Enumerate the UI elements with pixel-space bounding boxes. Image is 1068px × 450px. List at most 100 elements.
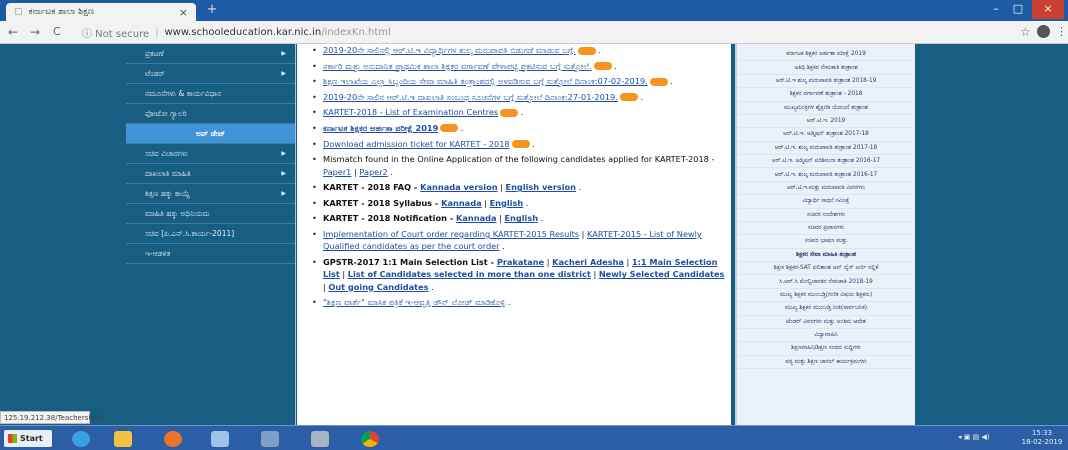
taskbar: Start ◂ ▣ ▤ ◀) 15:33 18-02-2019: [0, 425, 1068, 450]
sidebar-item[interactable]: ನಮೂನೆಗಳು & ಕಾರ್ಯವಿಧಾನ: [126, 84, 295, 104]
forward-icon[interactable]: →: [30, 25, 40, 39]
sidebar-item[interactable]: ಟೆಂಡರ್ ▶: [126, 64, 295, 84]
news-link[interactable]: Download admission ticket for KARTET - 2…: [323, 139, 510, 149]
news-link[interactable]: English: [490, 198, 524, 208]
quick-link[interactable]: ಆರ್.ಟಿ.ಇ. ಶುಲ್ಕ ಮರುಪಾವತಿ ತಂತ್ರಾಂಶ 2016-1…: [737, 168, 915, 182]
new-badge-icon: [649, 77, 668, 86]
quick-link[interactable]: ಆರ್.ಟಿ.ಇ. ಅಡ್ಮಿಷನ್ ತಂತ್ರಾಂಶ 2017-18: [737, 128, 915, 142]
sidebar-item[interactable]: ಮಾಹಿತಿ ಹಕ್ಕು ಅಧಿನಿಯಮ: [126, 204, 295, 224]
news-text[interactable]: 2019-20ನೇ ಸಾಲಿನಲ್ಲಿ ಆರ್.ಟಿ.ಇ ವಿದ್ಯಾರ್ಥಿಗ…: [323, 45, 576, 55]
news-link[interactable]: Newly Selected Candidates: [599, 269, 725, 279]
quick-link[interactable]: ಶಿಕ್ಷಣವಾಹಿನಿ/ಶಿಕ್ಷಣ ಸಂಪದ ಸುದ್ದಿಗಳು: [737, 342, 915, 356]
quick-link[interactable]: ಟೆಂಡರ್ ವಿವರಗಳು ಮತ್ತು ಅಂತಿಮ ಆದೇಶ: [737, 316, 915, 329]
sidebar-item[interactable]: ಅಪ್ ಡೇಟ್: [126, 124, 295, 144]
network-icon[interactable]: [205, 428, 235, 449]
sidebar-item-label: ಇ-ಆಡಳಿತ: [145, 248, 171, 258]
sidebar-item[interactable]: ಸಚಿವ [ಪಿ.ಎನ್.ಸಿ.ಕಾರ್ಯ-2011]: [126, 224, 295, 244]
window-minimize-button[interactable]: –: [986, 0, 1006, 19]
news-text[interactable]: ಶಿಕ್ಷಣ ಇಲಾಖೆಯ ಎಲ್ಲಾ ಸಿಬ್ಬಂದಿಯ ಸೇವಾ ಮಾಹಿತ…: [323, 76, 648, 86]
news-link[interactable]: Kannada: [441, 198, 481, 208]
tool-icon[interactable]: [305, 428, 335, 449]
account-icon[interactable]: [1037, 25, 1050, 38]
quick-link[interactable]: ವಿದ್ಯಾವಾಹಿನಿ: [737, 329, 915, 343]
bookmark-star-icon[interactable]: ☆: [1020, 25, 1031, 39]
sidebar-item-label: ಪ್ರಕಟಣೆ: [145, 48, 164, 58]
news-link[interactable]: Kacheri Adesha: [552, 257, 624, 267]
browser-menu-icon[interactable]: ⋮: [1056, 25, 1067, 38]
quick-link[interactable]: ಮುಖ್ಯ ಶಿಕ್ಷಕರ ಮುಂಬಡ್ತಿ(ಗಣಿತ ವಿಷಯ ಶಿಕ್ಷಕರ…: [737, 289, 915, 303]
quick-link[interactable]: ಆರ್.ಟಿ.ಇ. ಶುಲ್ಕ ಮರುಪಾವತಿ ತಂತ್ರಾಂಶ 2017-1…: [737, 142, 915, 155]
link-separator: |: [544, 256, 553, 267]
quick-link[interactable]: ಶಿಕ್ಷಕರ ಸೇವಾ ಮಾಹಿತಿ ತಂತ್ರಾಂಶ: [737, 249, 915, 262]
back-icon[interactable]: ←: [8, 25, 18, 39]
window-icon[interactable]: [255, 428, 285, 449]
quick-link[interactable]: ಪಠ್ಯ ಮತ್ತು ಶಿಕ್ಷಣ ಚಾನಲ್ ಕಾರ್ಯಕ್ರಮಗಳು: [737, 356, 915, 369]
sidebar-item[interactable]: ದಾಖಲಾತಿ ಮಾಹಿತಿ ▶: [126, 164, 295, 184]
left-sidebar-menu: ಪ್ರಕಟಣೆ ▶ ಟೆಂಡರ್ ▶ ನಮೂನೆಗಳು & ಕಾರ್ಯವಿಧಾನ ಫೋಟೋ…: [126, 44, 296, 425]
start-button[interactable]: Start: [4, 430, 52, 447]
news-text[interactable]: 2019-20ನೇ ಸಾಲಿನ ಆರ್.ಟಿ.ಇ ದಾಖಲಾತಿ ಸಂಬಂಧ ಸ…: [323, 92, 618, 102]
news-text[interactable]: ಸರ್ಕಾರಿ ಮತ್ತು ಅನುದಾನಿತ ಪ್ರಾಥಮಿಕ ಶಾಲಾ ಶಿಕ…: [323, 61, 592, 71]
period: .: [667, 76, 673, 87]
news-link[interactable]: "ಶಿಕ್ಷಣ ವಾರ್ತೆ" ಮಾಸಿಕ ಪತ್ರಿಕೆ ಇ-ಆವೃತ್ತಿ …: [323, 297, 505, 307]
quick-link[interactable]: ಸಚಿವರ ಸಂದೇಶಗಳು: [737, 209, 915, 222]
quick-link[interactable]: ಶಿಕ್ಷಕರ ವರ್ಗಾವಣೆ ತಂತ್ರಾಂಶ - 2018: [737, 88, 915, 102]
url-host: www.schooleducation.kar.nic.in: [164, 27, 322, 38]
quick-link[interactable]: ಸಚಿವರ ಪ್ರವಾಸಗಳು: [737, 222, 915, 236]
quick-link[interactable]: ವಿದ್ಯಾರ್ಥಿ ಸಾಧನೆ ಸಮೀಕ್ಷೆ: [737, 195, 915, 209]
new-badge-icon: [593, 62, 612, 71]
news-link[interactable]: Kannada version: [420, 182, 497, 192]
new-tab-button[interactable]: +: [203, 3, 221, 18]
submenu-arrow-icon: ▶: [281, 150, 286, 157]
firefox-icon[interactable]: [158, 428, 188, 449]
url-path: /indexKn.html: [321, 27, 391, 38]
chrome-icon[interactable]: [355, 428, 385, 449]
quick-link[interactable]: ಆರ್.ಟಿ.ಇ. 2019: [737, 115, 915, 129]
sidebar-item[interactable]: ಶಿಕ್ಷಣ ಹಕ್ಕು ಕಾಯ್ದೆ ▶: [126, 184, 295, 204]
sidebar-item[interactable]: ಪ್ರಕಟಣೆ ▶: [126, 44, 295, 64]
news-link[interactable]: Kannada: [456, 213, 496, 223]
news-link[interactable]: List of Candidates selected in more than…: [348, 269, 591, 279]
news-link[interactable]: English version: [506, 182, 577, 192]
window-maximize-button[interactable]: □: [1008, 0, 1028, 19]
quick-link[interactable]: ಶಿಕ್ಷಣ ಶಿಕ್ಷಕರ-SAT ಫಲಿತಾಂಶ ಆನ್ ಲೈನ್ ಅರ್ಜ…: [737, 262, 915, 276]
folder-icon[interactable]: [108, 428, 138, 449]
url-field[interactable]: ⓘ Not secure | www.schooleducation.kar.n…: [82, 24, 1002, 41]
sidebar-item[interactable]: ಸಚಿವ ವಿಚಾರಗಳು ▶: [126, 144, 295, 164]
news-link[interactable]: Out going Candidates: [328, 282, 428, 292]
quick-link[interactable]: ಮುಖ್ಯಮಂತ್ರಿಗಳ ಶೈಕ್ಷಣಿಕ ಯೋಜನೆ ತಂತ್ರಾಂಶ: [737, 102, 915, 115]
sidebar-item-label: ಟೆಂಡರ್: [145, 68, 165, 78]
link-separator: |: [497, 182, 506, 193]
sidebar-item[interactable]: ಇ-ಆಡಳಿತ: [126, 244, 295, 264]
quick-link[interactable]: ಅತಿಥಿ ಶಿಕ್ಷಕರ ನೇಮಕಾತಿ ತಂತ್ರಾಂಶ: [737, 61, 915, 75]
window-close-button[interactable]: ×: [1032, 0, 1064, 19]
system-tray[interactable]: ◂ ▣ ▤ ◀): [958, 433, 990, 441]
security-indicator[interactable]: ⓘ Not secure: [82, 25, 149, 40]
quick-link[interactable]: ಸಚಿವರ ಭಾಷಣ ಮತ್ತು: [737, 235, 915, 249]
news-link[interactable]: English: [504, 213, 538, 223]
status-url: 125.19.212.38/TeachersInfo/: [0, 411, 104, 424]
reload-icon[interactable]: C: [53, 25, 61, 38]
quick-link[interactable]: ಆರ್.ಟಿ.ಇ ಶುಲ್ಕ ಮರುಪಾವತಿ ತಂತ್ರಾಂಶ 2018-19: [737, 75, 915, 89]
quick-link[interactable]: ಆರ್.ಟಿ.ಇ.ಮತ್ತು ಮರುಪಾವತಿ ವಿವರಗಳು: [737, 182, 915, 196]
news-link[interactable]: KARTET-2018 - List of Examination Centre…: [323, 107, 498, 117]
list-item: ಶಿಕ್ಷಣ ಇಲಾಖೆಯ ಎಲ್ಲಾ ಸಿಬ್ಬಂದಿಯ ಸೇವಾ ಮಾಹಿತ…: [312, 75, 725, 88]
quick-link[interactable]: ಮುಖ್ಯ ಶಿಕ್ಷಕರ ಮುಂಬಡ್ತಿ ನೀತಿ(ಸಾರ್ವಜನಿಕ): [737, 302, 915, 316]
news-link[interactable]: ಕರ್ನಾಟಕ ಶಿಕ್ಷಕರ ಅರ್ಹತಾ ಪರೀಕ್ಷೆ 2019: [323, 123, 438, 133]
quick-link[interactable]: ಕರ್ನಾಟಕ ಶಿಕ್ಷಕರ ಅರ್ಹತಾ ಪರೀಕ್ಷೆ 2019: [737, 48, 915, 62]
news-link[interactable]: Prakatane: [497, 257, 544, 267]
tab-close-icon[interactable]: ×: [179, 6, 188, 19]
quick-link[interactable]: ಆರ್.ಟಿ.ಇ. ಅಡ್ಮಿಷನ್ ಪರಿಶೀಲನಾ ತಂತ್ರಾಂಶ 201…: [737, 155, 915, 169]
sidebar-item[interactable]: ಫೋಟೋ ಗ್ಯಾಲರಿ: [126, 104, 295, 124]
news-link[interactable]: Implementation of Court order regarding …: [323, 229, 579, 239]
news-link[interactable]: Paper1: [323, 167, 351, 177]
list-item: 2019-20ನೇ ಸಾಲಿನಲ್ಲಿ ಆರ್.ಟಿ.ಇ ವಿದ್ಯಾರ್ಥಿಗ…: [312, 44, 725, 57]
ie-icon[interactable]: [66, 428, 96, 449]
quick-link[interactable]: ಸಿ.ಆರ್.ಸಿ ಮೇಲ್ವಿಚಾರಕರ ನೇಮಕಾತಿ 2018-19: [737, 275, 915, 289]
clock[interactable]: 15:33 18-02-2019: [1020, 429, 1064, 447]
browser-tab[interactable]: ▢ ಕರ್ನಾಟಕ ಶಾಲಾ ಶಿಕ್ಷಣ ×: [6, 3, 196, 21]
list-item: KARTET - 2018 Syllabus - Kannada | Engli…: [312, 197, 725, 210]
news-link[interactable]: Paper2: [359, 167, 387, 177]
list-item: Download admission ticket for KARTET - 2…: [312, 138, 725, 151]
period: .: [499, 241, 505, 252]
